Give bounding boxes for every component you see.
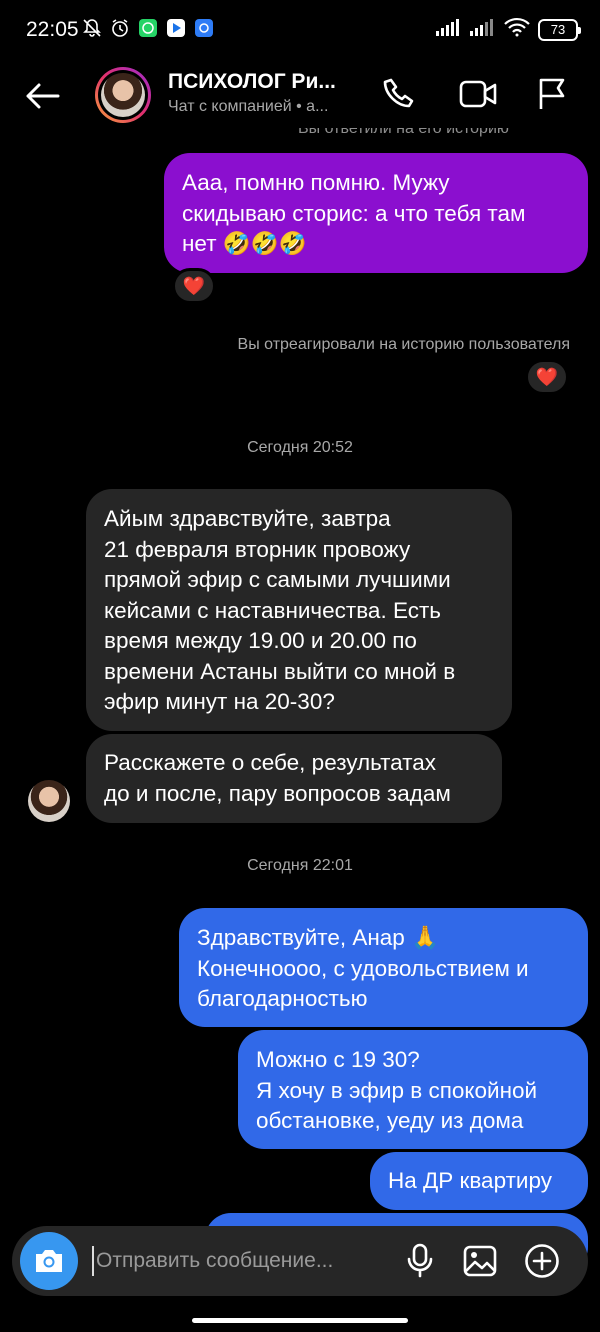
heart-reaction[interactable]: ❤️ bbox=[172, 268, 216, 304]
battery-indicator: 73 bbox=[538, 18, 581, 41]
signal-icon-2 bbox=[470, 18, 496, 41]
phone-icon bbox=[383, 78, 414, 108]
arrow-left-icon bbox=[26, 83, 60, 109]
image-icon bbox=[463, 1245, 497, 1277]
mail-app-icon bbox=[194, 17, 214, 39]
more-actions-button[interactable] bbox=[522, 1241, 562, 1281]
message-line: На ДР квартиру bbox=[388, 1168, 552, 1193]
message-line: 21 февраля вторник провожу bbox=[104, 536, 411, 562]
message-bubble-sent[interactable]: Ааа, помню помню. Мужу скидываю сторис: … bbox=[164, 153, 588, 273]
message-line: прямой эфир с самыми лучшими bbox=[104, 567, 451, 592]
message-line: обстановке, уеду из дома bbox=[256, 1108, 524, 1133]
message-line: благодарностью bbox=[197, 986, 368, 1011]
back-button[interactable] bbox=[22, 76, 62, 116]
report-button[interactable] bbox=[532, 74, 572, 114]
message-line: эфир минут на 20-30? bbox=[104, 689, 335, 714]
home-indicator[interactable] bbox=[192, 1318, 408, 1323]
message-line: Здравствуйте, Анар 🙏 bbox=[197, 925, 440, 950]
camera-icon bbox=[36, 1250, 62, 1272]
contact-name[interactable]: ПСИХОЛОГ Ри... bbox=[168, 70, 348, 94]
call-button[interactable] bbox=[380, 74, 420, 114]
camera-button[interactable] bbox=[20, 1232, 78, 1290]
message-line: Айым здравствуйте, завтра bbox=[104, 506, 391, 531]
plus-circle-icon bbox=[525, 1244, 559, 1278]
message-line: Я хочу в эфир в спокойной bbox=[256, 1077, 538, 1103]
message-input[interactable] bbox=[92, 1246, 392, 1276]
message-line: Ааа, помню помню. Мужу bbox=[182, 170, 450, 195]
message-line: времени Астаны выйти со мной в bbox=[104, 658, 456, 684]
contact-avatar[interactable] bbox=[95, 67, 151, 123]
message-line: время между 19.00 и 20.00 по bbox=[104, 628, 417, 653]
video-call-button[interactable] bbox=[458, 74, 498, 114]
heart-icon: ❤️ bbox=[535, 366, 559, 387]
microphone-icon bbox=[407, 1243, 433, 1278]
message-line: Расскажете о себе, результатах bbox=[104, 750, 437, 775]
message-bubble-sent[interactable]: Здравствуйте, Анар 🙏 Конечнoooo, с удово… bbox=[179, 908, 588, 1027]
status-icons-left bbox=[82, 17, 214, 39]
chat-header: ПСИХОЛОГ Ри... Чат с компанией • а... bbox=[0, 60, 600, 130]
message-bubble-sent[interactable]: На ДР квартиру bbox=[370, 1152, 588, 1210]
timestamp: Сегодня 20:52 bbox=[247, 439, 353, 456]
message-line: кейсами с наставничества. Есть bbox=[104, 597, 441, 623]
message-line: Можно с 19 30? bbox=[256, 1047, 420, 1072]
story-heart-reaction[interactable]: ❤️ bbox=[525, 359, 569, 395]
heart-icon: ❤️ bbox=[182, 275, 206, 296]
voice-message-button[interactable] bbox=[400, 1241, 440, 1281]
status-icons-right: 73 bbox=[436, 17, 581, 42]
message-line: до и после, пару вопросов задам bbox=[104, 780, 451, 806]
play-store-icon bbox=[166, 17, 186, 39]
message-line: скидываю сторис: а что тебя там bbox=[182, 200, 526, 226]
message-composer bbox=[12, 1226, 588, 1296]
sender-avatar[interactable] bbox=[28, 780, 70, 822]
signal-icon bbox=[436, 18, 462, 41]
gallery-button[interactable] bbox=[460, 1241, 500, 1281]
status-bar: 22:05 73 bbox=[0, 0, 600, 60]
wifi-icon bbox=[504, 17, 530, 42]
whatsapp-business-icon bbox=[138, 17, 158, 39]
video-camera-icon bbox=[459, 80, 497, 108]
contact-subtitle: Чат с компанией • а... bbox=[168, 98, 329, 115]
alarm-clock-icon bbox=[110, 17, 130, 39]
message-bubble-received[interactable]: Айым здравствуйте, завтра 21 февраля вто… bbox=[86, 489, 512, 731]
flag-icon bbox=[539, 78, 565, 109]
message-line: нет 🤣🤣🤣 bbox=[182, 231, 307, 256]
message-bubble-sent[interactable]: Можно с 19 30? Я хочу в эфир в спокойной… bbox=[238, 1030, 588, 1149]
avatar-image bbox=[101, 73, 145, 117]
message-line: Конечнoooo, с удовольствием и bbox=[197, 955, 529, 981]
status-time: 22:05 bbox=[26, 18, 79, 41]
message-bubble-received[interactable]: Расскажете о себе, результатах до и посл… bbox=[86, 734, 502, 823]
timestamp: Сегодня 22:01 bbox=[247, 857, 353, 874]
story-reaction-notice: Вы отреагировали на историю пользователя bbox=[237, 336, 570, 353]
bell-off-icon bbox=[82, 17, 102, 39]
